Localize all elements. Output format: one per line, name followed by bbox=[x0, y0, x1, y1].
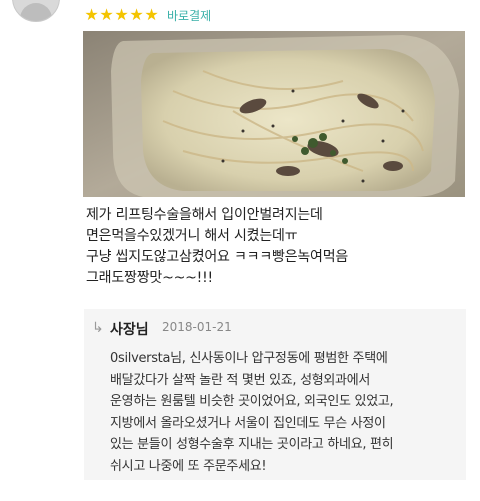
reply-text: 0silversta님, 신사동이나 압구정동에 평범한 주택에 배달갔다가 살… bbox=[110, 351, 394, 474]
review-photo[interactable] bbox=[83, 31, 465, 197]
reply-arrow-icon: ↳ bbox=[92, 320, 104, 336]
reviewer-avatar bbox=[12, 0, 60, 22]
reply-date: 2018-01-21 bbox=[162, 320, 232, 334]
review-text: 제가 리프팅수술을해서 입이안벌려지는데 면은먹을수있겠거니 해서 시켰는데ㅠ … bbox=[86, 207, 349, 286]
star-icon: ★ bbox=[129, 5, 144, 24]
star-icon: ★ bbox=[99, 5, 114, 24]
owner-label: 사장님 bbox=[110, 322, 149, 338]
payment-badge: 바로결제 bbox=[167, 8, 212, 23]
star-icon: ★ bbox=[84, 5, 99, 24]
star-icon: ★ bbox=[144, 5, 159, 24]
star-icon: ★ bbox=[114, 5, 129, 24]
rating-row: ★ ★ ★ ★ ★ 바로결제 bbox=[84, 6, 211, 24]
owner-reply: ↳ 사장님 2018-01-21 0silversta님, 신사동이나 압구정동… bbox=[84, 309, 466, 480]
food-photo-image bbox=[83, 31, 465, 197]
star-rating: ★ ★ ★ ★ ★ bbox=[84, 7, 159, 23]
